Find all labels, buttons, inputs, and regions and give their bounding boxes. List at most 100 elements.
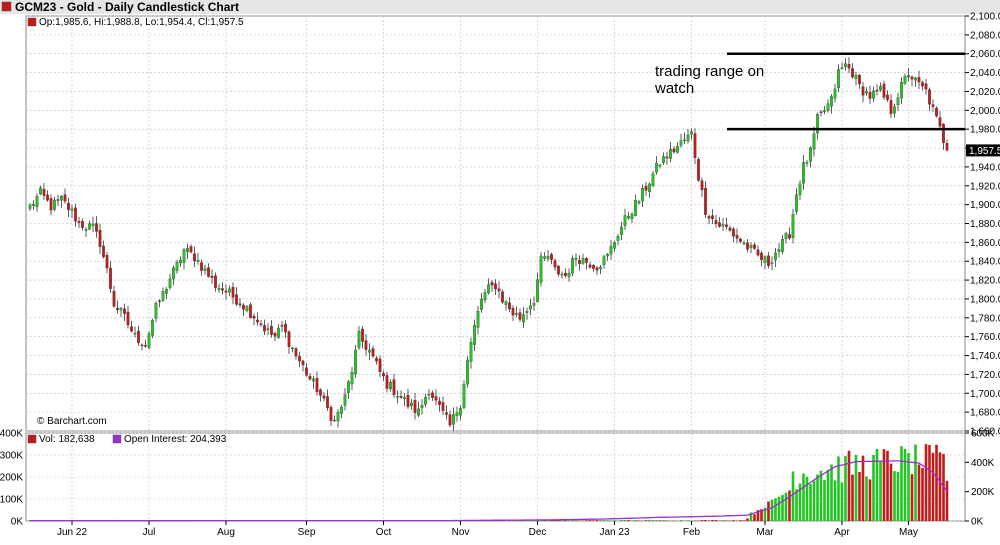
candle-up [560, 273, 564, 276]
volume-bar-down [938, 452, 942, 521]
candle-down [889, 100, 893, 114]
volume-bar-down [714, 520, 718, 521]
x-tick-label: May [899, 527, 918, 538]
volume-bar-up [651, 520, 655, 521]
candle-up [396, 396, 399, 398]
candle-down [700, 180, 704, 190]
price-tick-label: 1,740.0 [970, 351, 1000, 362]
volume-bar-up [784, 492, 788, 521]
candle-up [179, 259, 182, 264]
candle-down [116, 307, 119, 311]
candle-down [98, 229, 102, 247]
candle-down [256, 319, 259, 323]
candle-up [39, 187, 42, 195]
candle-down [942, 123, 945, 144]
volume-bar-up [840, 482, 844, 521]
candle-down [882, 83, 886, 98]
candle-down [732, 228, 735, 237]
volume-bar-up [581, 520, 585, 521]
candle-up [147, 333, 151, 348]
volume-bar-up [655, 520, 658, 521]
volume-bar-up [560, 520, 564, 521]
annotation-line-1: trading range on [655, 63, 764, 80]
volume-bar-up [791, 471, 795, 521]
candle-down [42, 188, 46, 196]
candle-up [679, 140, 683, 146]
candle-down [564, 272, 567, 276]
candle-down [294, 348, 298, 357]
volume-bar-down [588, 520, 592, 521]
candle-down [189, 246, 193, 253]
candle-up [609, 246, 613, 255]
candle-down [49, 198, 53, 211]
candle-up [742, 242, 746, 245]
candle-up [473, 324, 476, 345]
candle-up [648, 183, 651, 193]
volume-bar-up [630, 520, 634, 521]
price-tick-label: 1,900.0 [970, 200, 1000, 211]
candle-down [851, 68, 854, 78]
volume-bar-up [903, 448, 907, 521]
candle-down [112, 291, 116, 307]
candle-down [102, 245, 105, 257]
x-tick-label: Sep [298, 527, 316, 538]
candle-up [571, 258, 574, 274]
candle-up [504, 301, 508, 305]
candle-up [452, 414, 455, 425]
candle-down [592, 265, 595, 269]
volume-bar-up [879, 461, 882, 521]
volume-bar-down [924, 444, 928, 521]
watermark: © Barchart.com [37, 416, 107, 427]
candle-up [245, 306, 249, 311]
price-tick-label: 1,840.0 [970, 257, 1000, 268]
volume-bar-down [847, 450, 851, 521]
volume-tick-label: 0K [11, 517, 24, 528]
volume-bar-up [907, 453, 910, 521]
candle-down [315, 378, 319, 393]
volume-bar-up [826, 469, 830, 521]
candle-up [620, 226, 623, 236]
candle-down [725, 224, 728, 227]
candle-down [130, 326, 133, 332]
candle-down [392, 379, 396, 395]
volume-bar-down [788, 490, 791, 521]
volume-bar-up [896, 471, 900, 521]
candle-down [935, 107, 938, 117]
volume-bar-up [602, 520, 606, 521]
candle-down [714, 220, 718, 225]
candle-up [217, 288, 221, 290]
candle-down [77, 221, 81, 223]
candle-down [431, 392, 434, 398]
candle-up [630, 213, 634, 220]
candle-up [651, 173, 655, 186]
volume-tick-label: 400K [0, 429, 23, 440]
candle-up [872, 90, 875, 99]
x-tick-label: Apr [834, 527, 850, 538]
candle-up [60, 196, 63, 201]
candle-down [868, 92, 872, 99]
candle-down [711, 215, 714, 220]
candle-down [501, 291, 504, 303]
candle-down [252, 316, 256, 319]
candle-up [525, 311, 529, 313]
candle-up [641, 188, 644, 202]
candle-up [228, 288, 231, 293]
candle-down [284, 324, 287, 333]
candle-up [165, 289, 168, 294]
candle-up [455, 412, 459, 416]
volume-bar-down [753, 514, 756, 521]
volume-bar-down [935, 444, 938, 521]
candle-down [788, 234, 791, 239]
volume-bar-down [700, 520, 704, 521]
price-tick-label: 2,020.0 [970, 87, 1000, 98]
price-tick-label: 1,680.0 [970, 408, 1000, 419]
candle-down [665, 156, 669, 159]
candle-down [578, 260, 581, 264]
candle-down [697, 159, 700, 181]
candle-up [161, 291, 165, 301]
candle-up [634, 200, 637, 216]
volume-bar-up [641, 520, 644, 521]
price-tick-label: 2,000.0 [970, 106, 1000, 117]
x-tick-label: Jul [143, 527, 156, 538]
candle-down [308, 375, 312, 380]
